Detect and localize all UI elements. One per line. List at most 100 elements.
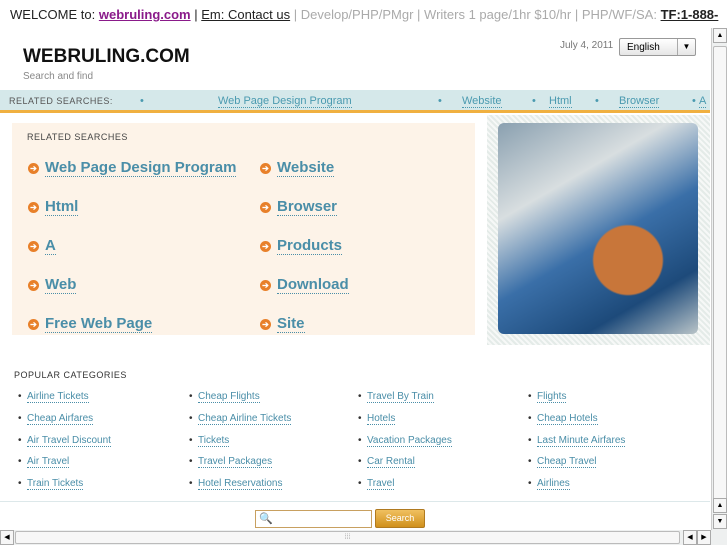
scroll-up-button[interactable]: ▲ bbox=[713, 498, 727, 513]
related-search-link[interactable]: ➔ Download bbox=[260, 276, 349, 294]
scroll-down-button[interactable]: ▼ bbox=[713, 514, 727, 529]
arrow-circle-icon: ➔ bbox=[28, 241, 39, 252]
phone-link[interactable]: TF:1-888- bbox=[661, 7, 719, 22]
related-search-link[interactable]: ➔ Html bbox=[28, 198, 79, 216]
contact-link[interactable]: Em: Contact us bbox=[201, 7, 290, 22]
related-search-label: Products bbox=[277, 237, 343, 255]
related-search-label: Site bbox=[277, 315, 305, 333]
category-label: Cheap Airfares bbox=[27, 412, 94, 425]
category-label: Travel Packages bbox=[198, 456, 273, 469]
category-link[interactable]: Hotel Reservations bbox=[189, 478, 283, 491]
category-link[interactable]: Car Rental bbox=[358, 456, 415, 469]
category-link[interactable]: Cheap Airline Tickets bbox=[189, 412, 292, 425]
chevron-down-icon: ▼ bbox=[677, 39, 695, 55]
language-select[interactable]: English ▼ bbox=[619, 38, 696, 56]
category-label: Cheap Travel bbox=[537, 456, 597, 469]
category-label: Hotels bbox=[367, 412, 396, 425]
category-link[interactable]: Cheap Hotels bbox=[528, 412, 598, 425]
horizontal-scrollbar[interactable]: ◀ ⁞⁞⁞ ◀ ▶ bbox=[0, 530, 727, 545]
category-label: Cheap Hotels bbox=[537, 412, 598, 425]
related-search-link[interactable]: ➔ Browser bbox=[260, 198, 338, 216]
related-bar-link[interactable]: A bbox=[699, 95, 707, 108]
date: July 4, 2011 bbox=[560, 40, 614, 51]
category-link[interactable]: Last Minute Airfares bbox=[528, 434, 626, 447]
search-button[interactable]: Search bbox=[375, 509, 425, 528]
category-label: Car Rental bbox=[367, 456, 415, 469]
related-search-label: Html bbox=[45, 198, 79, 216]
search-input[interactable]: 🔍 bbox=[255, 510, 372, 528]
language-value: English bbox=[627, 42, 660, 53]
category-link[interactable]: Travel Packages bbox=[189, 456, 273, 469]
related-search-link[interactable]: ➔ Site bbox=[260, 315, 305, 333]
search-icon: 🔍 bbox=[259, 513, 273, 525]
related-search-label: Download bbox=[277, 276, 349, 294]
category-link[interactable]: Air Travel bbox=[18, 456, 70, 469]
category-label: Cheap Airline Tickets bbox=[198, 412, 292, 425]
welcome-text: WELCOME to: bbox=[10, 7, 96, 22]
category-link[interactable]: Airlines bbox=[528, 478, 570, 491]
category-link[interactable]: Travel bbox=[358, 478, 395, 491]
vertical-scrollbar[interactable]: ▲ ▲ ▼ bbox=[711, 28, 727, 530]
scroll-thumb[interactable] bbox=[713, 46, 727, 504]
category-label: Airline Tickets bbox=[27, 391, 89, 403]
category-label: Last Minute Airfares bbox=[537, 434, 626, 447]
arrow-circle-icon: ➔ bbox=[28, 202, 39, 213]
category-label: Flights bbox=[537, 391, 567, 403]
site-logo[interactable]: WEBRULING.COM bbox=[23, 46, 190, 68]
related-search-label: Web Page Design Program bbox=[45, 159, 237, 177]
related-search-link[interactable]: ➔ A bbox=[28, 237, 56, 255]
category-label: Air Travel Discount bbox=[27, 434, 111, 447]
separator: | bbox=[194, 7, 198, 22]
related-bar-link[interactable]: Browser bbox=[619, 95, 660, 108]
related-bar-label: RELATED SEARCHES: bbox=[9, 96, 113, 106]
category-label: Vacation Packages bbox=[367, 434, 452, 447]
starfish-photo bbox=[498, 123, 698, 334]
category-label: Air Travel bbox=[27, 456, 70, 469]
category-label: Train Tickets bbox=[27, 478, 84, 491]
related-search-link[interactable]: ➔ Free Web Page bbox=[28, 315, 153, 333]
arrow-circle-icon: ➔ bbox=[260, 319, 271, 330]
category-link[interactable]: Travel By Train bbox=[358, 391, 434, 403]
related-bar-link[interactable]: Html bbox=[549, 95, 572, 108]
services-text: | Develop/PHP/PMgr | Writers 1 page/1hr … bbox=[293, 7, 657, 22]
related-searches-bar: RELATED SEARCHES: • Web Page Design Prog… bbox=[0, 90, 710, 113]
category-label: Airlines bbox=[537, 478, 570, 491]
category-link[interactable]: Air Travel Discount bbox=[18, 434, 111, 447]
category-link[interactable]: Hotels bbox=[358, 412, 396, 425]
related-search-label: Website bbox=[277, 159, 335, 177]
top-banner: WELCOME to: webruling.com | Em: Contact … bbox=[10, 7, 718, 22]
related-search-link[interactable]: ➔ Web bbox=[28, 276, 77, 294]
category-link[interactable]: Cheap Travel bbox=[528, 456, 597, 469]
category-link[interactable]: Vacation Packages bbox=[358, 434, 452, 447]
category-link[interactable]: Cheap Flights bbox=[189, 391, 260, 403]
category-link[interactable]: Airline Tickets bbox=[18, 391, 89, 403]
related-search-label: A bbox=[45, 237, 56, 255]
related-searches-panel: RELATED SEARCHES bbox=[12, 123, 475, 335]
panel-title: RELATED SEARCHES bbox=[27, 132, 128, 142]
arrow-circle-icon: ➔ bbox=[260, 202, 271, 213]
scroll-up-button[interactable]: ▲ bbox=[713, 28, 727, 43]
related-search-label: Browser bbox=[277, 198, 338, 216]
scroll-left-button[interactable]: ◀ bbox=[683, 530, 697, 545]
related-search-link[interactable]: ➔ Products bbox=[260, 237, 343, 255]
scroll-right-button[interactable]: ▶ bbox=[697, 530, 711, 545]
category-label: Cheap Flights bbox=[198, 391, 260, 403]
category-link[interactable]: Tickets bbox=[189, 434, 230, 447]
category-link[interactable]: Train Tickets bbox=[18, 478, 84, 491]
category-label: Travel bbox=[367, 478, 395, 491]
scroll-left-button[interactable]: ◀ bbox=[0, 530, 14, 545]
category-link[interactable]: Cheap Airfares bbox=[18, 412, 94, 425]
category-link[interactable]: Flights bbox=[528, 391, 567, 403]
category-label: Tickets bbox=[198, 434, 230, 447]
site-link[interactable]: webruling.com bbox=[99, 7, 191, 22]
related-search-link[interactable]: ➔ Website bbox=[260, 159, 335, 177]
related-search-link[interactable]: ➔ Web Page Design Program bbox=[28, 159, 237, 177]
arrow-circle-icon: ➔ bbox=[28, 319, 39, 330]
category-label: Travel By Train bbox=[367, 391, 434, 403]
related-bar-link[interactable]: Web Page Design Program bbox=[218, 95, 352, 108]
popular-title: POPULAR CATEGORIES bbox=[14, 370, 127, 380]
related-bar-link[interactable]: Website bbox=[462, 95, 502, 108]
photo-frame bbox=[487, 115, 710, 345]
arrow-circle-icon: ➔ bbox=[260, 280, 271, 291]
scroll-thumb[interactable]: ⁞⁞⁞ bbox=[15, 531, 680, 544]
